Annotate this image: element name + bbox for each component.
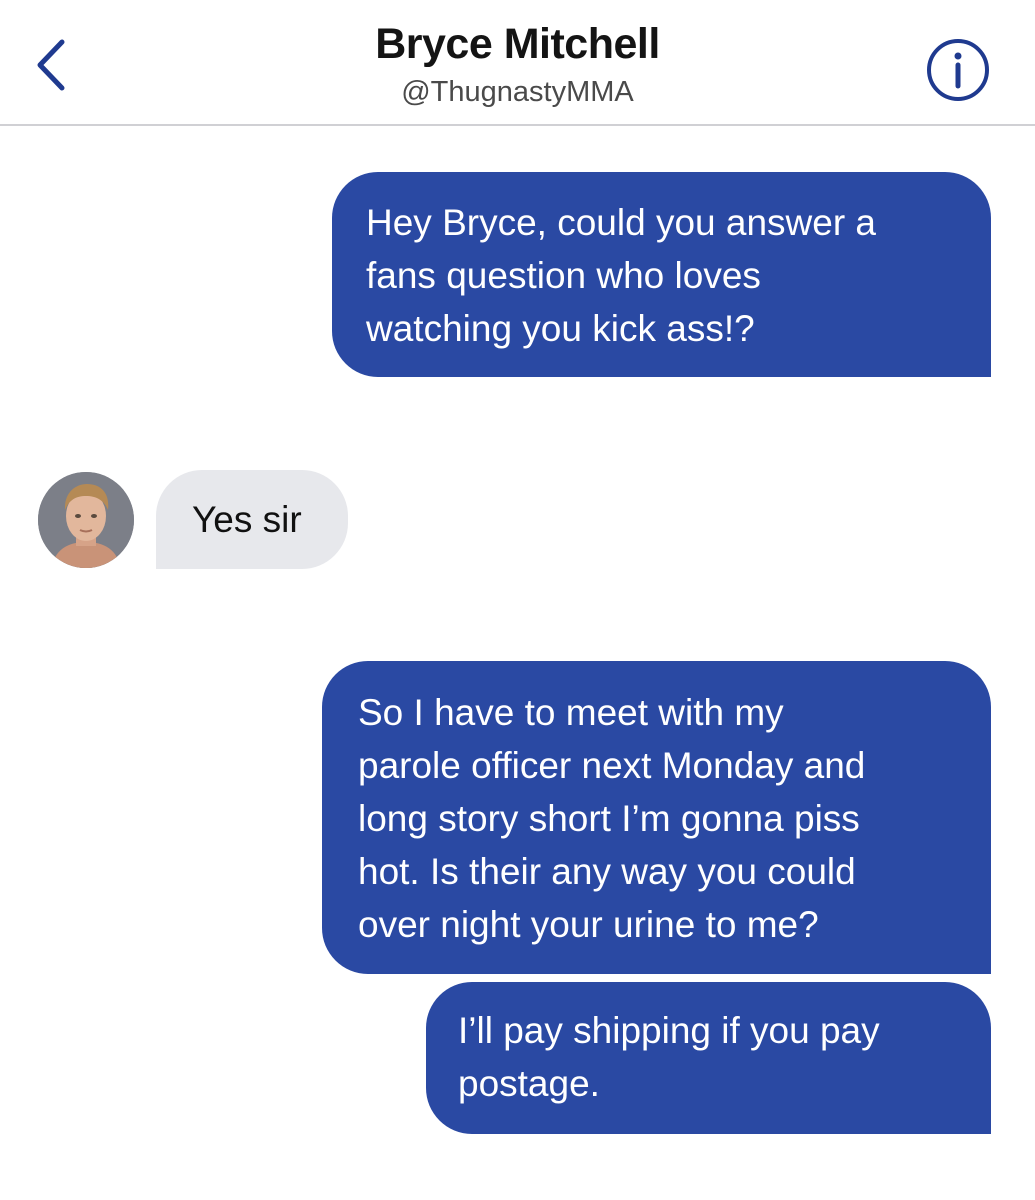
conversation-header: Bryce Mitchell @ThugnastyMMA bbox=[0, 0, 1035, 126]
contact-name: Bryce Mitchell bbox=[375, 20, 660, 68]
conversation-title-block[interactable]: Bryce Mitchell @ThugnastyMMA bbox=[200, 18, 835, 112]
message-text: I’ll pay shipping if you pay postage. bbox=[458, 1010, 880, 1104]
message-text: Yes sir bbox=[192, 499, 302, 540]
contact-handle: @ThugnastyMMA bbox=[401, 76, 634, 108]
chevron-left-icon bbox=[37, 39, 65, 91]
avatar-photo bbox=[38, 472, 134, 568]
contact-avatar[interactable] bbox=[38, 472, 134, 568]
message-text: Hey Bryce, could you answer a fans quest… bbox=[366, 202, 877, 349]
info-circle-icon bbox=[927, 39, 989, 101]
message-text: So I have to meet with my parole officer… bbox=[358, 692, 866, 945]
outgoing-message-bubble[interactable]: I’ll pay shipping if you pay postage. bbox=[426, 982, 991, 1134]
incoming-message-bubble[interactable]: Yes sir bbox=[156, 470, 348, 569]
info-button[interactable] bbox=[925, 37, 991, 103]
outgoing-message-bubble[interactable]: So I have to meet with my parole officer… bbox=[322, 661, 991, 974]
outgoing-message-bubble[interactable]: Hey Bryce, could you answer a fans quest… bbox=[332, 172, 991, 377]
back-button[interactable] bbox=[22, 30, 82, 100]
